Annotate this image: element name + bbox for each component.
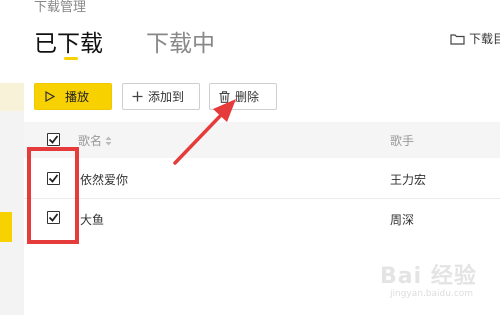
download-manager-window: 下载管理 已下载 下载中 下载目 播放 添加到 删除 歌名 歌手 依然爱你 王力… [0,0,500,315]
watermark-brand: Bai 经验 [380,264,477,289]
watermark: Bai 经验 jingyan.baidu.com [380,256,495,306]
watermark-url: jingyan.baidu.com [390,289,474,299]
